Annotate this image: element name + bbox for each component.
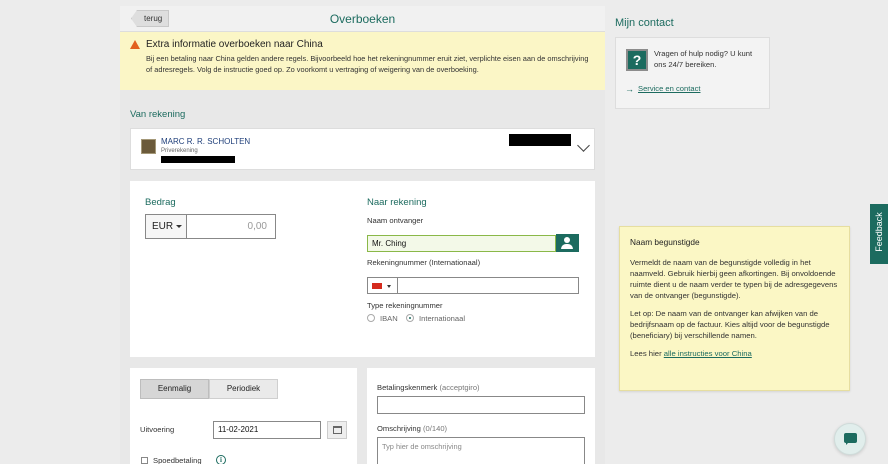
amount-field: EUR 0,00 (145, 214, 276, 239)
address-book-button[interactable] (556, 234, 579, 252)
transfer-form: Bedrag EUR 0,00 Naar rekening Naam ontva… (130, 181, 595, 357)
radio-iban-label: IBAN (380, 314, 398, 323)
person-icon (564, 237, 570, 243)
radio-iban[interactable] (367, 314, 375, 322)
arrow-right-icon: → (625, 84, 634, 94)
tip-paragraph: Let op: De naam van de ontvanger kan afw… (630, 309, 830, 340)
contact-title: Mijn contact (615, 17, 674, 29)
divider (397, 278, 398, 293)
page-title: Overboeken (329, 12, 396, 26)
to-account-label: Naar rekening (367, 197, 427, 208)
tip-read-here: Lees hier (630, 349, 662, 358)
chat-icon (844, 433, 857, 445)
question-icon: ? (626, 49, 648, 71)
warning-heading: Extra informatie overboeken naar China (130, 39, 595, 50)
description-title: Omschrijving (377, 424, 421, 433)
tip-title: Naam begunstigde (630, 237, 700, 247)
description-counter: (0/140) (423, 424, 448, 433)
express-label: Spoedbetaling (153, 456, 202, 464)
chat-button[interactable] (834, 423, 866, 455)
description-label: Omschrijving (0/140) (377, 424, 447, 433)
top-bar: terug Overboeken (120, 6, 605, 32)
warning-banner: Extra informatie overboeken naar China B… (120, 32, 605, 90)
calendar-icon (333, 426, 342, 434)
chevron-down-icon[interactable] (577, 139, 590, 152)
feedback-tab[interactable]: Feedback (870, 204, 888, 264)
from-account-selector[interactable]: MARC R. R. SCHOLTEN Priverekening (130, 128, 595, 170)
account-number-field[interactable] (367, 277, 579, 294)
currency-value: EUR (152, 221, 174, 232)
payment-reference-input[interactable] (377, 396, 585, 414)
person-icon-body (561, 244, 573, 249)
info-icon[interactable]: i (216, 455, 226, 464)
description-textarea[interactable]: Typ hier de omschrijving (377, 437, 585, 464)
tab-periodic[interactable]: Periodiek (209, 379, 278, 399)
schedule-panel: Eenmalig Periodiek Uitvoering 11-02-2021… (130, 368, 357, 464)
payment-reference-hint: (acceptgiro) (439, 383, 480, 392)
recipient-name-tip: Naam begunstigde Vermeldt de naam van de… (619, 226, 850, 391)
warning-text: Bij een betaling naar China gelden ander… (146, 54, 589, 74)
payment-reference-title: Betalingskenmerk (377, 383, 438, 392)
service-contact-link[interactable]: → Service en contact (625, 84, 701, 94)
currency-select[interactable]: EUR (146, 215, 187, 238)
caret-down-icon[interactable] (387, 285, 391, 288)
warning-icon (130, 40, 140, 49)
contact-card: ? Vragen of hulp nodig? U kunt ons 24/7 … (615, 37, 770, 109)
contact-help-text: Vragen of hulp nodig? U kunt ons 24/7 be… (654, 49, 753, 69)
main-panel: terug Overboeken Extra informatie overbo… (120, 6, 605, 464)
reference-panel: Betalingskenmerk (acceptgiro) Omschrijvi… (367, 368, 595, 464)
radio-international-label: Internationaal (419, 314, 466, 323)
service-contact-label: Service en contact (638, 84, 701, 93)
redacted-balance (509, 134, 571, 146)
avatar (141, 139, 156, 154)
account-type: Priverekening (161, 148, 198, 154)
from-account-label: Van rekening (130, 109, 186, 120)
amount-label: Bedrag (145, 197, 176, 208)
express-checkbox[interactable] (141, 457, 148, 464)
calendar-button[interactable] (327, 421, 347, 439)
execution-label: Uitvoering (140, 425, 175, 434)
tab-once[interactable]: Eenmalig (140, 379, 209, 399)
feedback-label: Feedback (874, 212, 884, 252)
caret-down-icon (176, 225, 182, 228)
radio-international[interactable] (406, 314, 414, 322)
amount-input[interactable]: 0,00 (248, 215, 267, 238)
payment-reference-label: Betalingskenmerk (acceptgiro) (377, 383, 480, 392)
china-instructions-link[interactable]: alle instructies voor China (664, 349, 752, 358)
warning-title: Extra informatie overboeken naar China (146, 39, 323, 50)
recipient-name-input[interactable]: Mr. Ching (367, 235, 556, 252)
redacted-account-number (161, 156, 235, 163)
account-number-label: Rekeningnummer (Internationaal) (367, 258, 481, 267)
execution-date-input[interactable]: 11-02-2021 (213, 421, 321, 439)
recipient-name-label: Naam ontvanger (367, 216, 424, 225)
account-type-label: Type rekeningnummer (367, 301, 443, 310)
tip-paragraph: Lees hier alle instructies voor China (630, 348, 839, 359)
china-flag-icon[interactable] (372, 283, 382, 289)
tip-paragraph: Vermeldt de naam van de begunstigde voll… (630, 258, 838, 300)
account-holder-name: MARC R. R. SCHOLTEN (161, 137, 251, 146)
